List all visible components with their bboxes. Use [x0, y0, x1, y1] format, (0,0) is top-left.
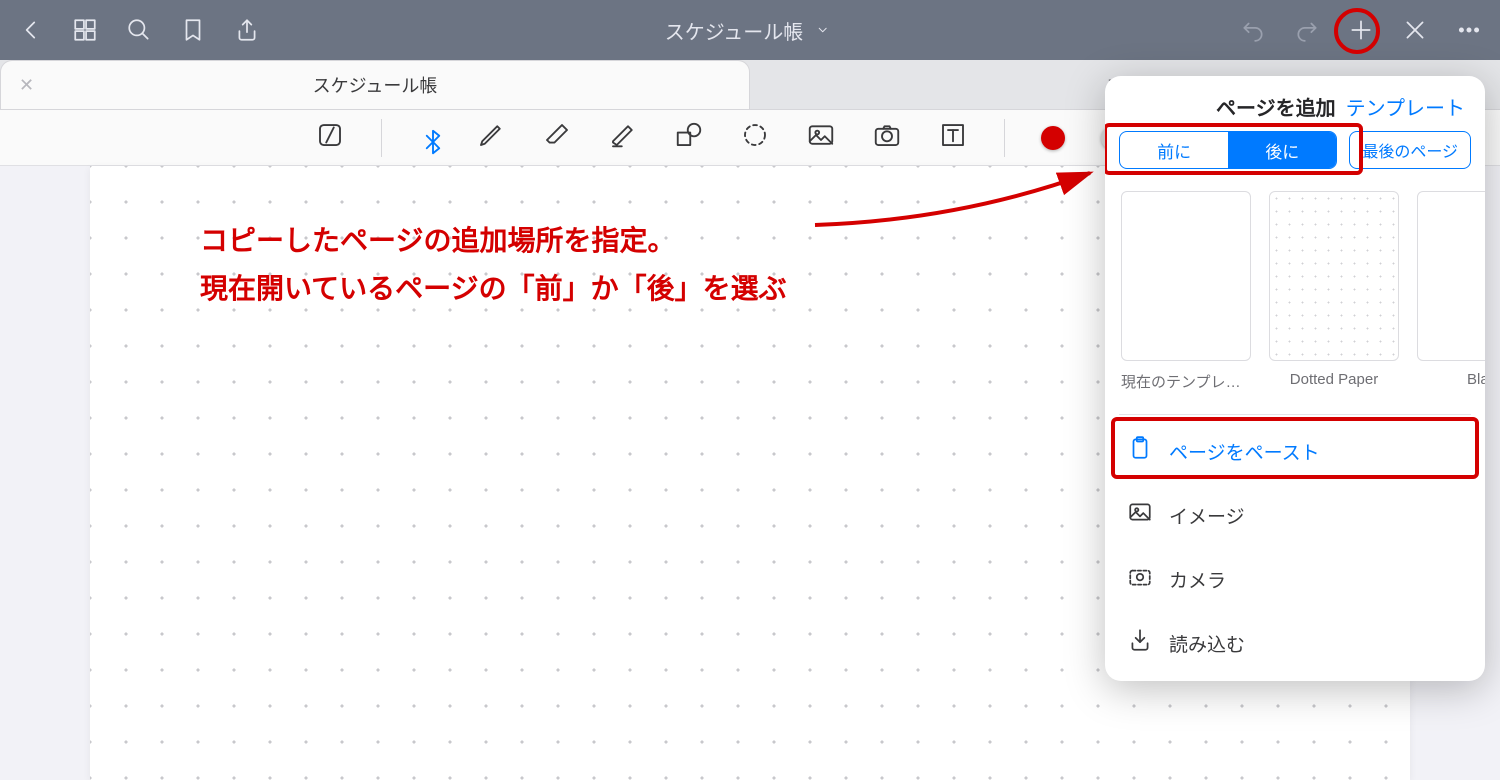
popover-title: ページを追加: [1216, 92, 1336, 121]
template-current[interactable]: 現在のテンプレート: [1121, 191, 1251, 392]
download-icon: [1127, 627, 1153, 659]
color-red[interactable]: [1041, 126, 1065, 150]
add-page-popover: ページを追加 テンプレート 前に 後に 最後のページ 現在のテンプレート Dot…: [1105, 76, 1485, 681]
lasso-icon[interactable]: [740, 120, 770, 155]
document-title[interactable]: スケジュール帳: [665, 16, 836, 45]
annotation-text: コピーしたページの追加場所を指定。 現在開いているページの「前」か「後」を選ぶ: [200, 217, 787, 312]
annotation-arrow: [810, 165, 1110, 245]
shapes-icon[interactable]: [674, 120, 704, 155]
seg-before[interactable]: 前に: [1120, 132, 1228, 168]
bluetooth-icon[interactable]: [418, 127, 440, 149]
tab-label: スケジュール帳: [313, 72, 438, 98]
camera-action[interactable]: カメラ: [1105, 547, 1485, 611]
template-blank[interactable]: Blan: [1417, 191, 1485, 392]
close-icon[interactable]: ✕: [19, 75, 34, 96]
divider: [1004, 119, 1005, 157]
image-icon[interactable]: [806, 120, 836, 155]
title-text: スケジュール帳: [665, 16, 804, 45]
scissors-icon[interactable]: [1402, 17, 1428, 43]
pen-icon[interactable]: [476, 120, 506, 155]
bookmark-icon[interactable]: [180, 17, 206, 43]
position-segmented-control: 前に 後に: [1119, 131, 1337, 169]
tab-main[interactable]: ✕ スケジュール帳: [0, 60, 750, 109]
image-icon: [1127, 499, 1153, 531]
top-navbar: スケジュール帳: [0, 0, 1500, 60]
paste-page-action[interactable]: ページをペースト: [1105, 419, 1485, 483]
add-page-icon[interactable]: [1348, 17, 1374, 43]
redo-icon[interactable]: [1294, 17, 1320, 43]
readonly-icon[interactable]: [315, 120, 345, 155]
chevron-down-icon: [809, 17, 835, 43]
eraser-icon[interactable]: [542, 120, 572, 155]
undo-icon[interactable]: [1240, 17, 1266, 43]
import-action[interactable]: 読み込む: [1105, 611, 1485, 675]
image-action[interactable]: イメージ: [1105, 483, 1485, 547]
back-icon[interactable]: [18, 17, 44, 43]
last-page-button[interactable]: 最後のページ: [1349, 131, 1471, 169]
separator: [1119, 414, 1471, 415]
template-link[interactable]: テンプレート: [1346, 92, 1465, 121]
clipboard-icon: [1127, 435, 1153, 467]
camera-icon[interactable]: [872, 120, 902, 155]
divider: [381, 119, 382, 157]
template-dotted[interactable]: Dotted Paper: [1269, 191, 1399, 392]
highlighter-icon[interactable]: [608, 120, 638, 155]
text-icon[interactable]: [938, 120, 968, 155]
grid-icon[interactable]: [72, 17, 98, 43]
seg-after[interactable]: 後に: [1228, 132, 1336, 168]
share-icon[interactable]: [234, 17, 260, 43]
more-icon[interactable]: [1456, 17, 1482, 43]
template-row: 現在のテンプレート Dotted Paper Blan: [1105, 181, 1485, 400]
camera-icon: [1127, 563, 1153, 595]
search-icon[interactable]: [126, 17, 152, 43]
